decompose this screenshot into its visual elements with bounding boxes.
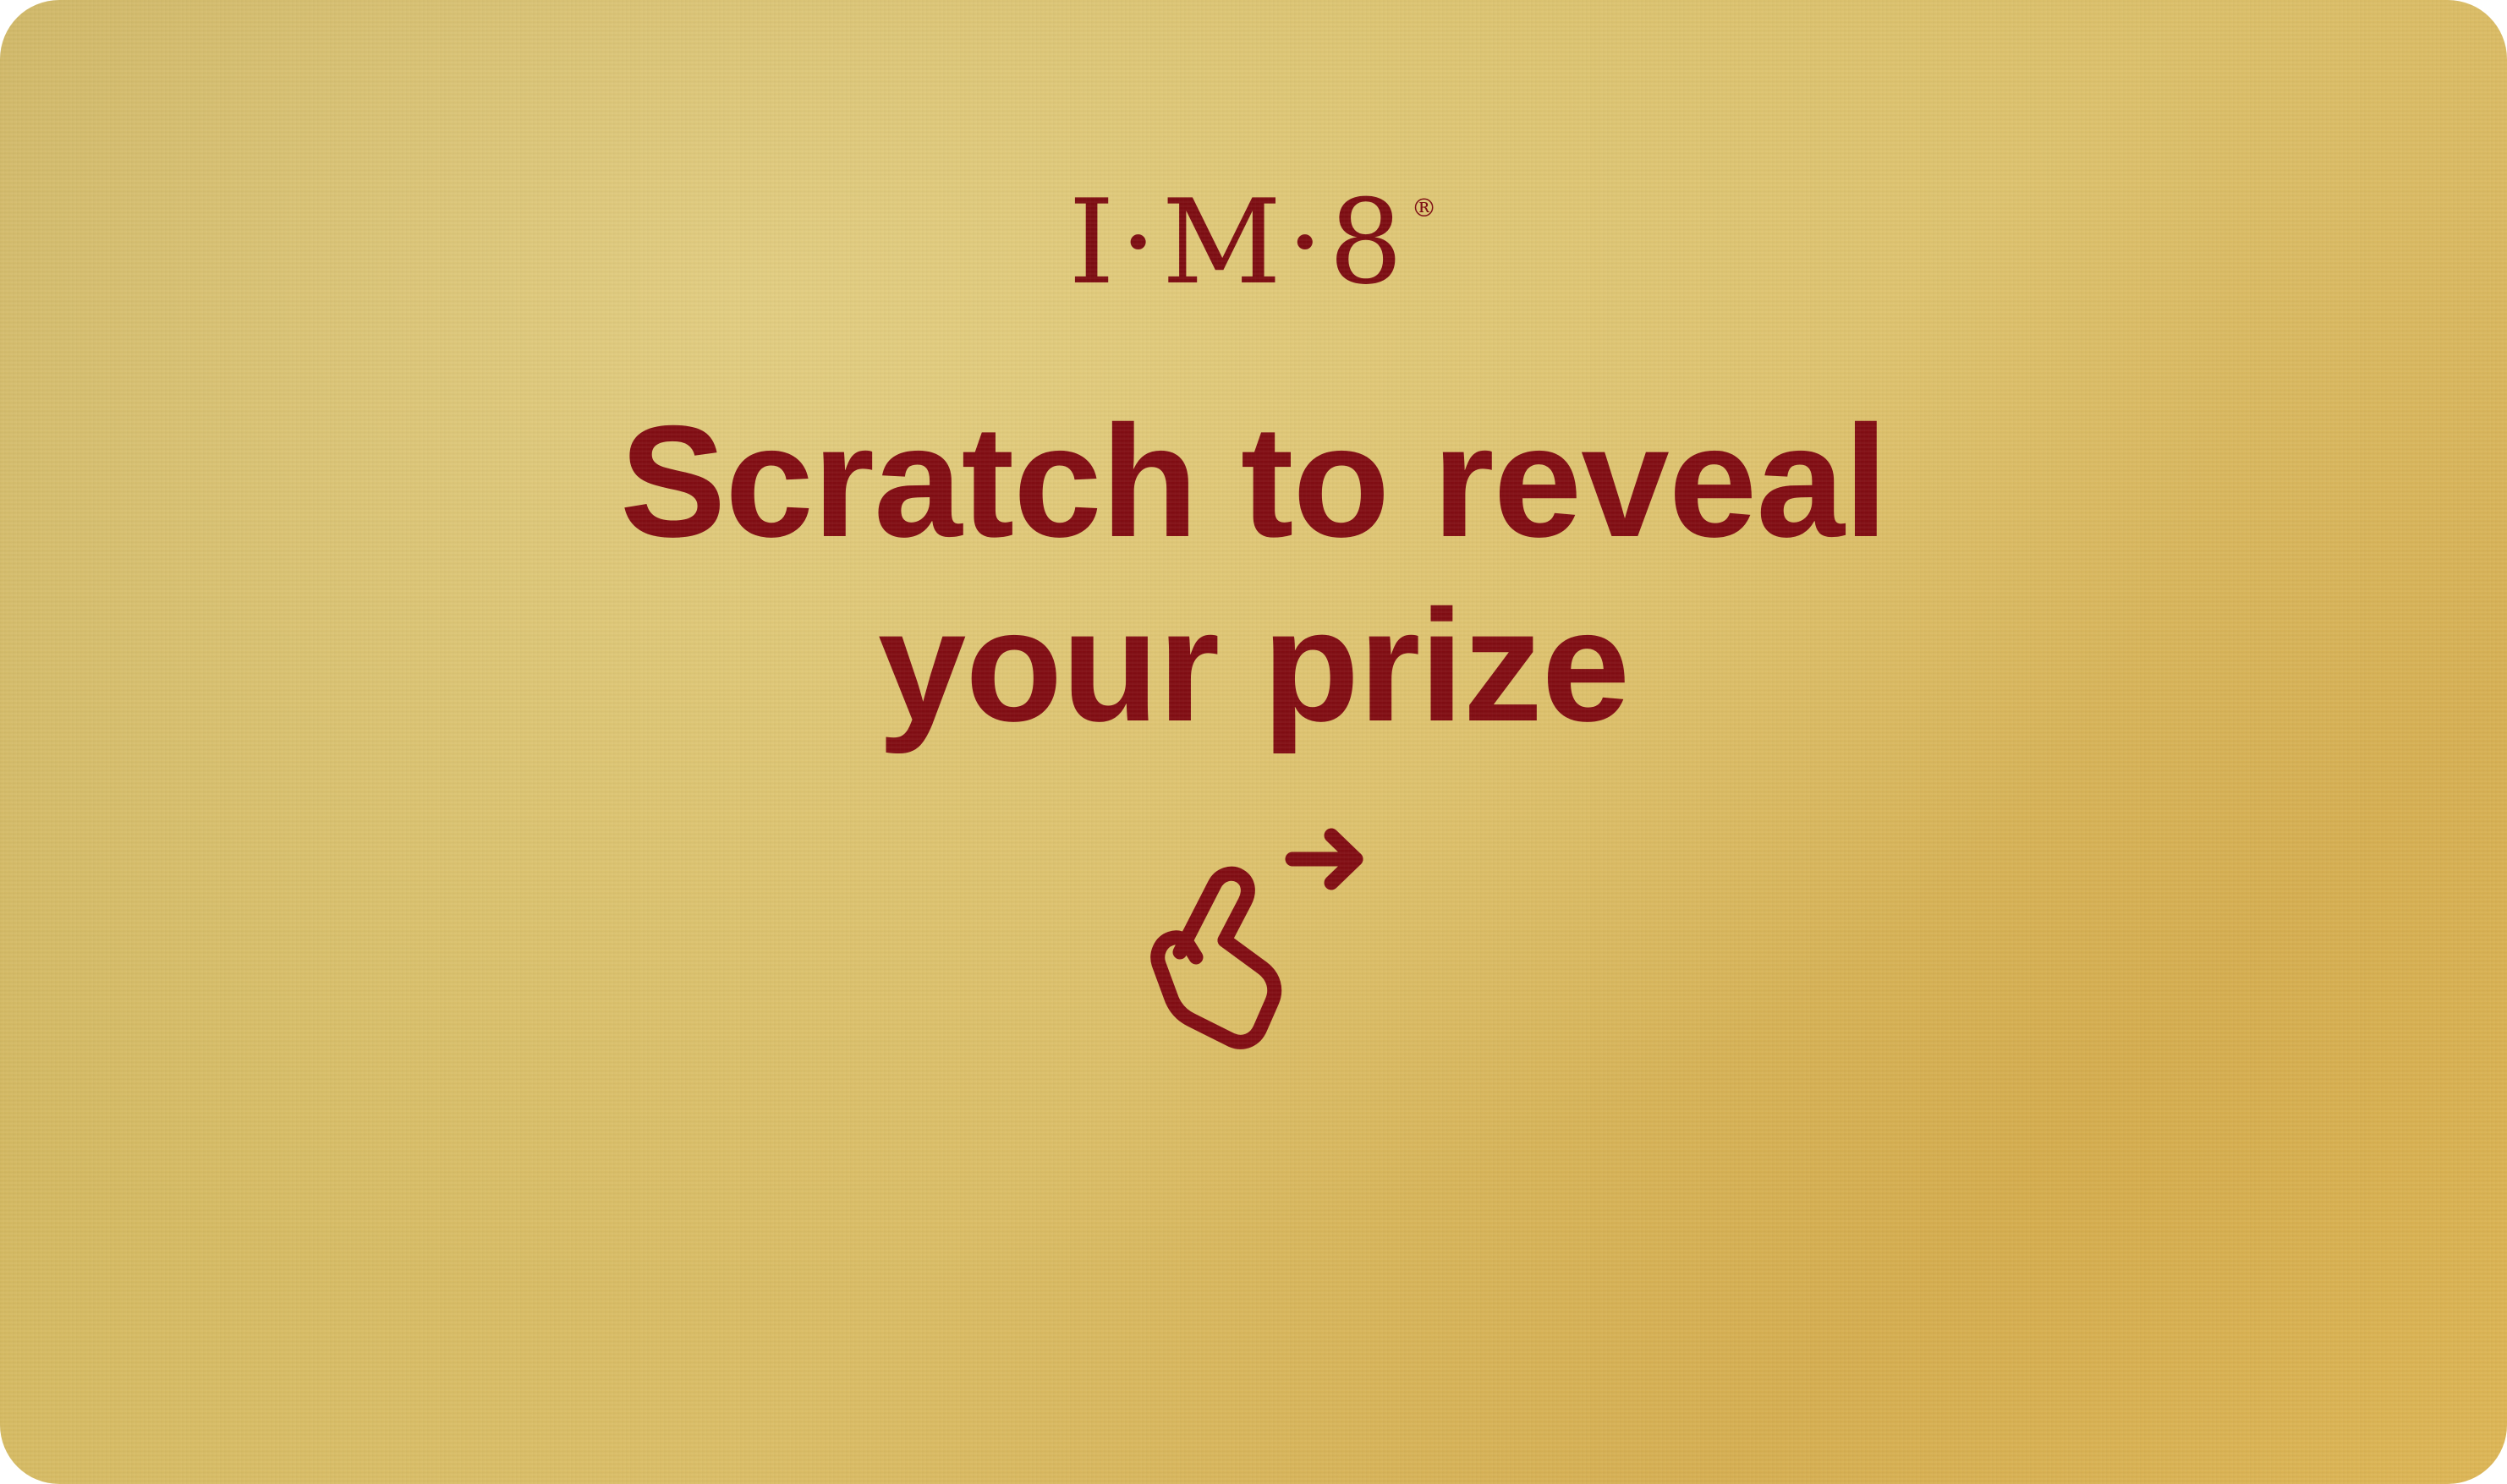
swipe-finger-right-icon [1125, 812, 1379, 1065]
headline-line-1: Scratch to reveal [619, 392, 1888, 570]
scratch-instruction: Scratch to reveal your prize [0, 389, 2507, 758]
brand-logo: I·M·8 ® [0, 184, 2507, 301]
brand-logo-text: I·M·8 [1068, 174, 1408, 310]
scratch-card[interactable]: I·M·8 ® Scratch to reveal your prize [0, 0, 2507, 1484]
registered-mark: ® [1411, 194, 1442, 223]
headline-line-2: your prize [877, 577, 1630, 754]
